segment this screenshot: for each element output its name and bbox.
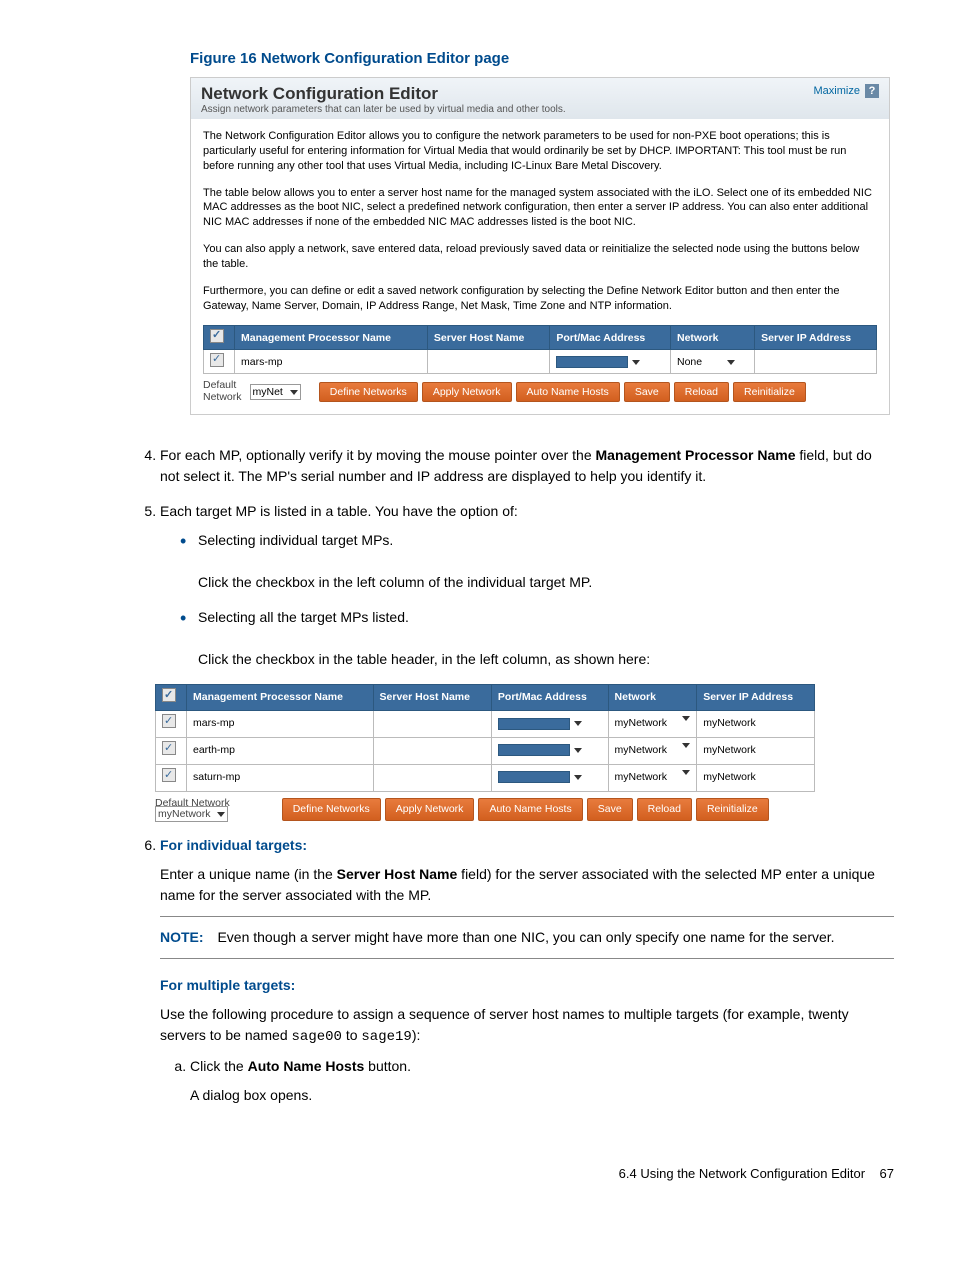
- step-4: For each MP, optionally verify it by mov…: [160, 445, 894, 487]
- save-button[interactable]: Save: [624, 382, 670, 402]
- apply-network-button[interactable]: Apply Network: [422, 382, 512, 402]
- col-mpname: Management Processor Name: [235, 326, 428, 350]
- col-hostname: Server Host Name: [373, 684, 491, 711]
- cell-portmac[interactable]: [491, 711, 608, 738]
- col-serverip: Server IP Address: [755, 326, 877, 350]
- cell-mpname: mars-mp: [187, 711, 374, 738]
- cell-mpname: mars-mp: [235, 350, 428, 374]
- page-footer: 6.4 Using the Network Configuration Edit…: [60, 1166, 894, 1181]
- reinitialize-button[interactable]: Reinitialize: [696, 798, 769, 822]
- col-portmac: Port/Mac Address: [491, 684, 608, 711]
- default-network-select[interactable]: myNetwork: [155, 806, 228, 822]
- define-networks-button[interactable]: Define Networks: [282, 798, 381, 822]
- cell-serverip: myNetwork: [697, 764, 815, 791]
- row-checkbox[interactable]: [162, 714, 176, 728]
- define-networks-button[interactable]: Define Networks: [319, 382, 418, 402]
- table-row: saturn-mp myNetwork myNetwork: [156, 764, 815, 791]
- substep-a: Click the Auto Name Hosts button. A dial…: [190, 1056, 894, 1106]
- cell-portmac[interactable]: [491, 738, 608, 765]
- figure-caption: Figure 16 Network Configuration Editor p…: [190, 50, 894, 67]
- multiple-targets-heading: For multiple targets:: [160, 975, 894, 996]
- bullet-all: Selecting all the target MPs listed. Cli…: [180, 607, 894, 670]
- row-checkbox[interactable]: [162, 768, 176, 782]
- bullet-individual: Selecting individual target MPs. Click t…: [180, 530, 894, 593]
- maximize-link[interactable]: Maximize ?: [813, 84, 879, 98]
- col-network: Network: [671, 326, 755, 350]
- cell-mpname: earth-mp: [187, 738, 374, 765]
- intro-para-3: You can also apply a network, save enter…: [203, 242, 877, 272]
- col-network: Network: [608, 684, 697, 711]
- col-portmac: Port/Mac Address: [550, 326, 671, 350]
- cell-network[interactable]: myNetwork: [608, 711, 697, 738]
- table-row: earth-mp myNetwork myNetwork: [156, 738, 815, 765]
- cell-network[interactable]: None: [671, 350, 755, 374]
- editor-subtitle: Assign network parameters that can later…: [201, 104, 879, 115]
- individual-targets-heading: For individual targets:: [160, 835, 894, 856]
- col-serverip: Server IP Address: [697, 684, 815, 711]
- cell-mpname: saturn-mp: [187, 764, 374, 791]
- help-icon[interactable]: ?: [865, 84, 879, 98]
- mp-table: Management Processor Name Server Host Na…: [203, 325, 877, 374]
- cell-network[interactable]: myNetwork: [608, 738, 697, 765]
- screenshot-nce-editor: Network Configuration Editor Assign netw…: [190, 77, 890, 415]
- save-button[interactable]: Save: [587, 798, 633, 822]
- col-mpname: Management Processor Name: [187, 684, 374, 711]
- cell-portmac[interactable]: [491, 764, 608, 791]
- row-checkbox[interactable]: [162, 741, 176, 755]
- cell-network[interactable]: myNetwork: [608, 764, 697, 791]
- cell-hostname[interactable]: [373, 738, 491, 765]
- auto-name-hosts-button[interactable]: Auto Name Hosts: [516, 382, 620, 402]
- col-hostname: Server Host Name: [427, 326, 549, 350]
- mp-table-2: Management Processor Name Server Host Na…: [155, 684, 815, 792]
- table-row: mars-mp myNetwork myNetwork: [156, 711, 815, 738]
- reload-button[interactable]: Reload: [637, 798, 692, 822]
- cell-hostname[interactable]: [427, 350, 549, 374]
- default-network-select[interactable]: myNet: [250, 384, 301, 400]
- cell-hostname[interactable]: [373, 764, 491, 791]
- intro-para-2: The table below allows you to enter a se…: [203, 186, 877, 231]
- default-network-label: Default Network myNetwork: [155, 798, 230, 821]
- table-row: mars-mp None: [204, 350, 877, 374]
- cell-hostname[interactable]: [373, 711, 491, 738]
- select-all-checkbox[interactable]: [162, 688, 176, 702]
- apply-network-button[interactable]: Apply Network: [385, 798, 475, 822]
- cell-serverip[interactable]: [755, 350, 877, 374]
- reinitialize-button[interactable]: Reinitialize: [733, 382, 806, 402]
- intro-para-1: The Network Configuration Editor allows …: [203, 129, 877, 174]
- note-box: NOTE: Even though a server might have mo…: [160, 916, 894, 959]
- auto-name-hosts-button[interactable]: Auto Name Hosts: [478, 798, 582, 822]
- cell-serverip: myNetwork: [697, 738, 815, 765]
- button-row-2: Default Network myNetwork Define Network…: [155, 798, 815, 822]
- editor-title: Network Configuration Editor: [201, 84, 879, 104]
- editor-header: Network Configuration Editor Assign netw…: [191, 78, 889, 119]
- select-all-checkbox[interactable]: [210, 329, 224, 343]
- screenshot-table-selectall: Management Processor Name Server Host Na…: [155, 684, 815, 822]
- intro-para-4: Furthermore, you can define or edit a sa…: [203, 284, 877, 314]
- button-row: Default Network myNet Define Networks Ap…: [203, 380, 877, 403]
- cell-serverip: myNetwork: [697, 711, 815, 738]
- step-6: For individual targets: Enter a unique n…: [160, 835, 894, 1106]
- reload-button[interactable]: Reload: [674, 382, 729, 402]
- default-network-label: Default Network: [203, 380, 242, 403]
- note-label: NOTE:: [160, 929, 204, 945]
- row-checkbox[interactable]: [210, 353, 224, 367]
- cell-portmac[interactable]: [550, 350, 671, 374]
- step-5: Each target MP is listed in a table. You…: [160, 501, 894, 822]
